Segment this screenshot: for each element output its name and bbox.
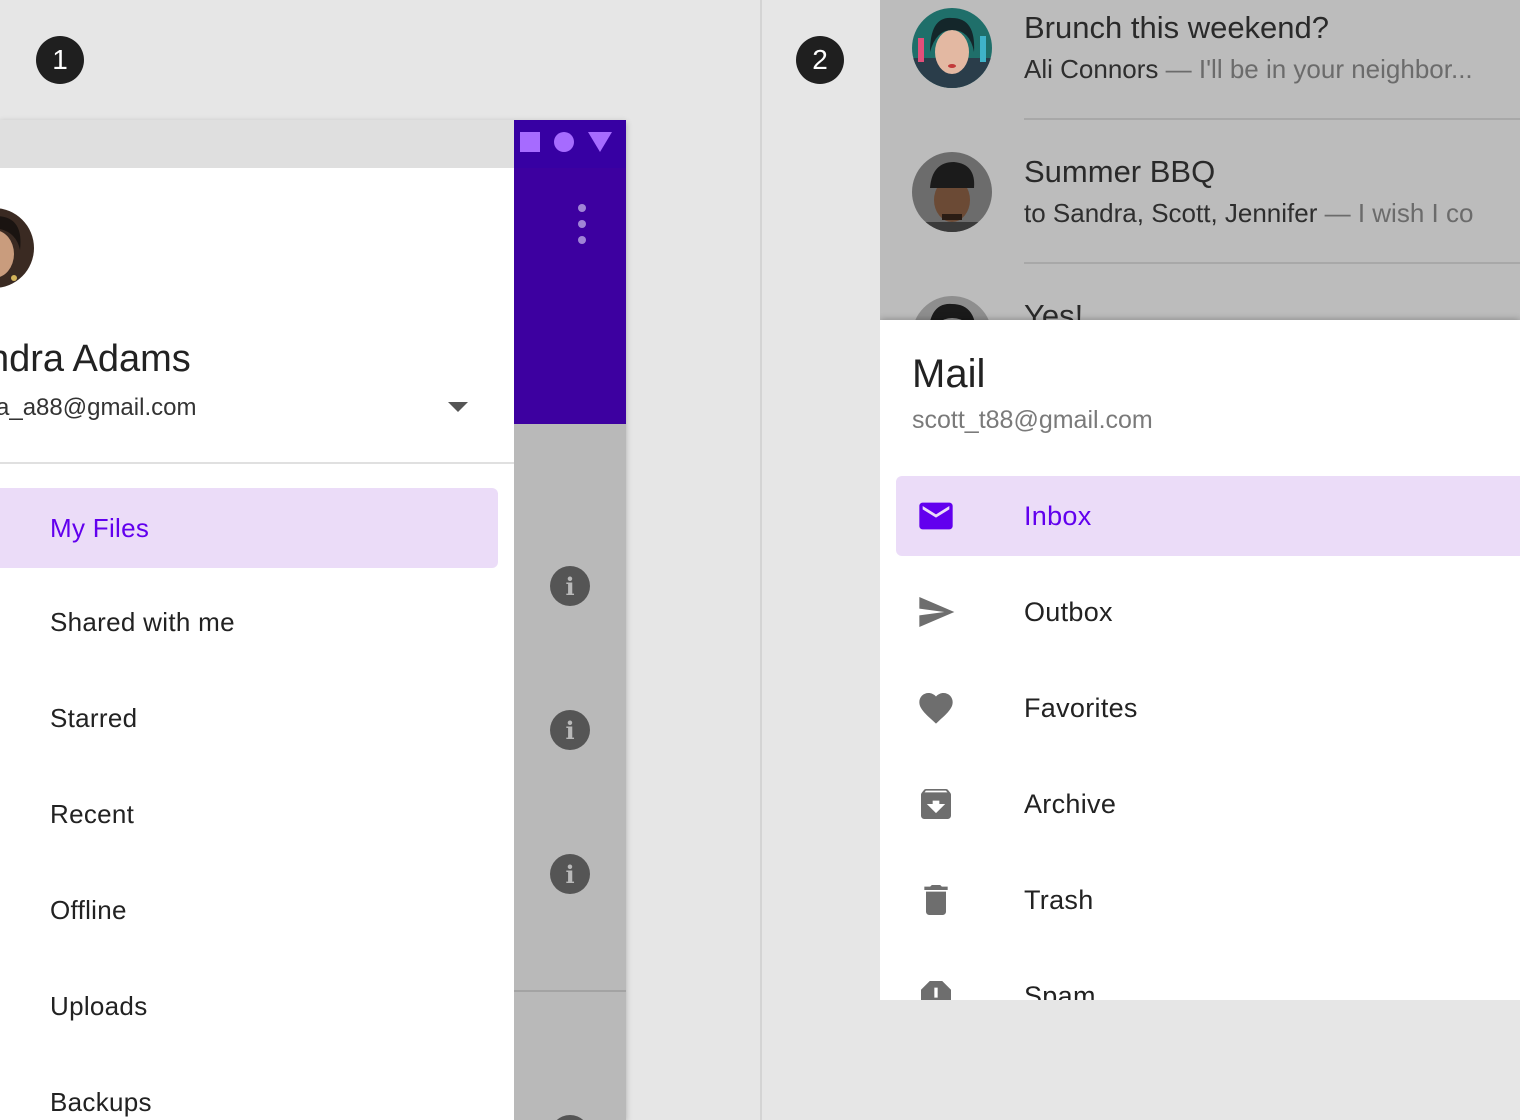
message-preview: — I wish I co [1317, 198, 1474, 228]
send-icon [916, 592, 956, 632]
avatar [912, 152, 992, 232]
nav-item-label: Trash [1024, 884, 1094, 915]
more-vert-icon[interactable] [570, 204, 594, 244]
drawer-divider [0, 462, 514, 464]
nav-item-label: Recent [50, 798, 135, 829]
nav-item-label: Inbox [1024, 500, 1092, 531]
message-meta: to Sandra, Scott, Jennifer — I wish I co [1024, 198, 1473, 229]
message-meta: Ali Connors — I'll be in your neighbor..… [1024, 54, 1473, 85]
phone-frame-files: i i i ndra Adams ra_a88@gmail.com My Fil… [0, 120, 626, 1120]
bottom-navigation-drawer: Mail scott_t88@gmail.com Inbox Outbox Fa… [880, 320, 1520, 1000]
nav-item-inbox[interactable]: Inbox [896, 476, 1520, 556]
status-circle-icon [554, 132, 574, 152]
nav-item-label: Archive [1024, 788, 1117, 819]
panel-divider [760, 0, 762, 1120]
nav-item-my-files[interactable]: My Files [0, 488, 498, 568]
nav-item-offline[interactable]: Offline [0, 870, 498, 950]
nav-item-label: Starred [50, 702, 138, 733]
nav-item-trash[interactable]: Trash [896, 860, 1520, 940]
status-triangle-icon [588, 132, 612, 152]
list-item[interactable]: Brunch this weekend? Ali Connors — I'll … [880, 0, 1520, 144]
mail-icon [916, 496, 956, 536]
phone-frame-mail: Brunch this weekend? Ali Connors — I'll … [880, 0, 1520, 1000]
message-subject: Brunch this weekend? [1024, 10, 1330, 45]
archive-icon [916, 784, 956, 824]
message-preview: — I'll be in your neighbor... [1158, 54, 1473, 84]
step-number: 2 [812, 44, 828, 75]
step-badge-2: 2 [796, 36, 844, 84]
message-subject: Summer BBQ [1024, 154, 1216, 189]
step-number: 1 [52, 44, 68, 75]
report-icon [916, 976, 956, 1000]
info-icon[interactable]: i [550, 854, 590, 894]
heart-icon [916, 688, 956, 728]
avatar[interactable] [0, 208, 34, 288]
nav-item-outbox[interactable]: Outbox [896, 572, 1520, 652]
list-item[interactable]: Summer BBQ to Sandra, Scott, Jennifer — … [880, 144, 1520, 288]
nav-item-label: Offline [50, 894, 127, 925]
info-icon[interactable]: i [550, 566, 590, 606]
drawer-subtitle-email: scott_t88@gmail.com [912, 406, 1153, 434]
drawer-title: Mail [912, 352, 986, 396]
nav-item-label: Shared with me [50, 606, 235, 637]
nav-item-label: Favorites [1024, 692, 1138, 723]
nav-item-shared-with-me[interactable]: Shared with me [0, 582, 498, 662]
nav-item-label: Outbox [1024, 596, 1113, 627]
info-icon[interactable]: i [550, 710, 590, 750]
navigation-drawer: ndra Adams ra_a88@gmail.com My Files Sha… [0, 120, 514, 1120]
nav-item-recent[interactable]: Recent [0, 774, 498, 854]
nav-item-label: Backups [50, 1086, 152, 1117]
drawer-status-bar [0, 120, 514, 168]
list-divider [1024, 262, 1520, 264]
message-from: to Sandra, Scott, Jennifer [1024, 198, 1318, 228]
account-name: ndra Adams [0, 338, 191, 380]
nav-item-backups[interactable]: Backups [0, 1062, 498, 1120]
status-square-icon [520, 132, 540, 152]
nav-item-spam[interactable]: Spam [896, 956, 1520, 1000]
account-email: ra_a88@gmail.com [0, 394, 197, 421]
account-dropdown-icon[interactable] [448, 402, 468, 412]
nav-item-label: Spam [1024, 980, 1096, 1001]
step-badge-1: 1 [36, 36, 84, 84]
list-divider [1024, 118, 1520, 120]
message-from: Ali Connors [1024, 54, 1159, 84]
avatar [912, 8, 992, 88]
list-divider [514, 990, 626, 992]
nav-item-label: Uploads [50, 990, 148, 1021]
nav-item-favorites[interactable]: Favorites [896, 668, 1520, 748]
nav-item-label: My Files [50, 512, 150, 543]
nav-item-uploads[interactable]: Uploads [0, 966, 498, 1046]
nav-item-archive[interactable]: Archive [896, 764, 1520, 844]
nav-item-starred[interactable]: Starred [0, 678, 498, 758]
trash-icon [916, 880, 956, 920]
